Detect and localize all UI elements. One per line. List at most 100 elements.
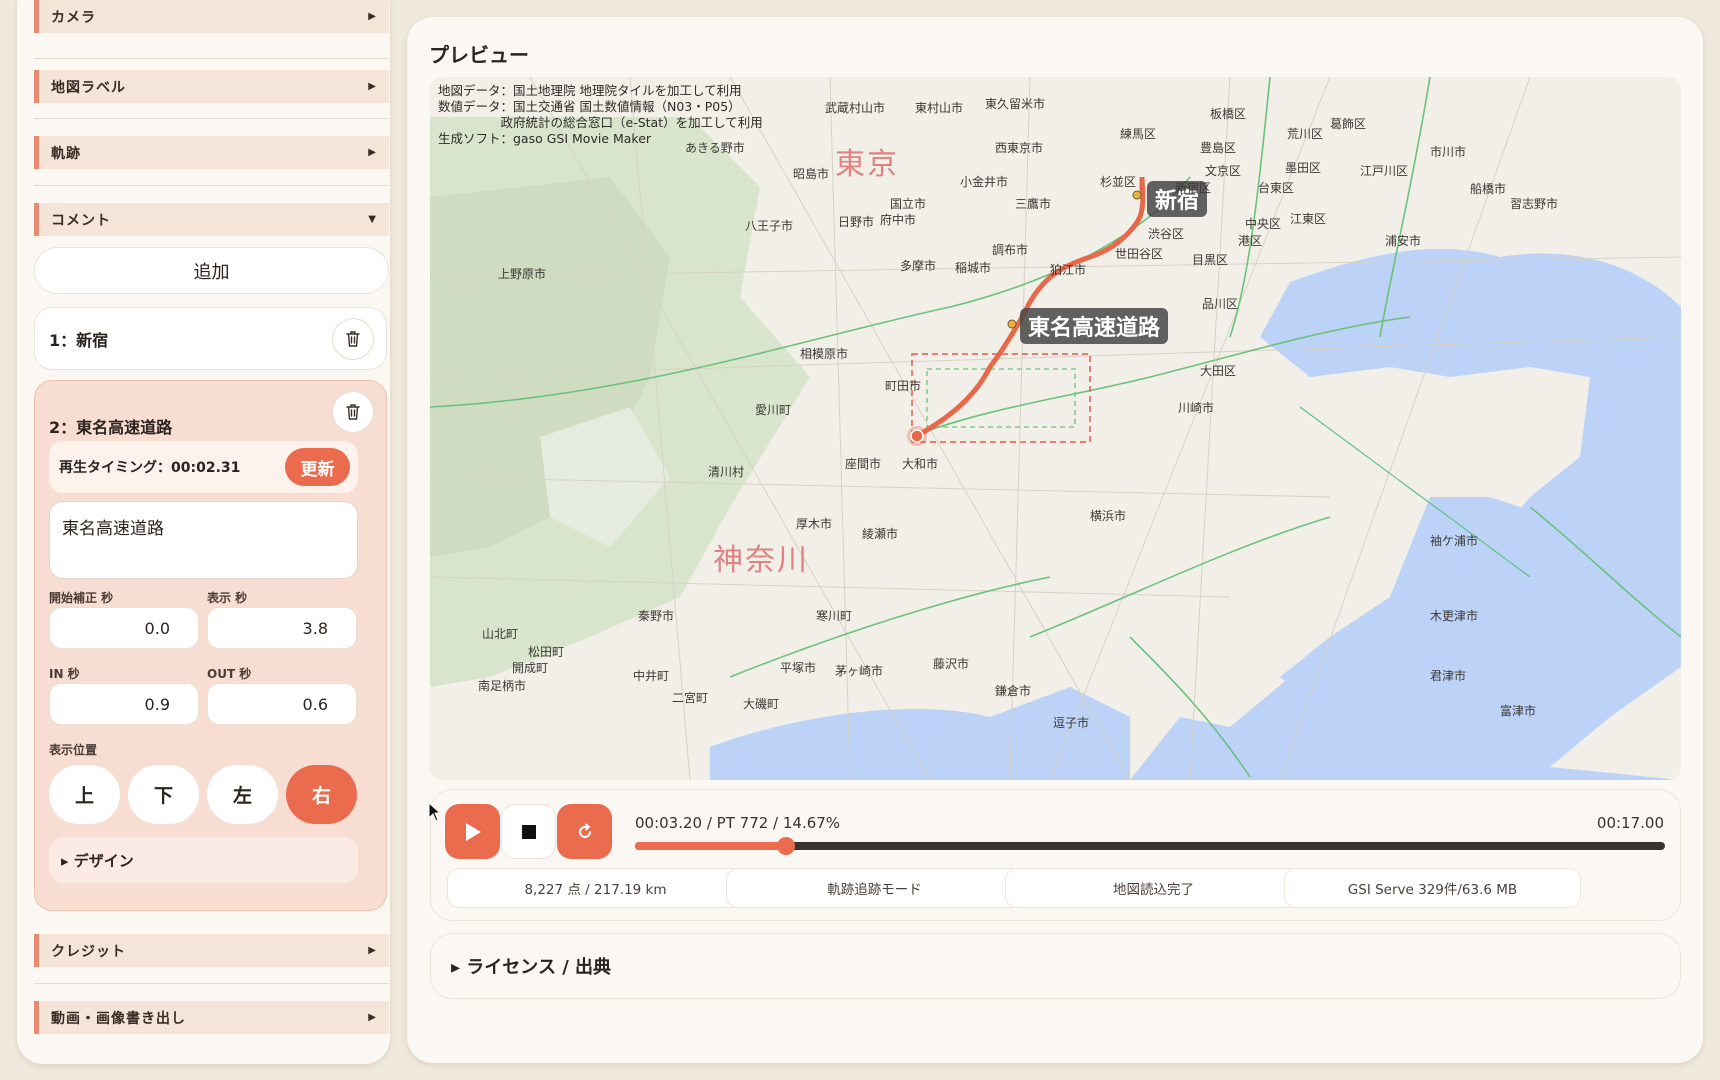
place-label: 三鷹市 [1015,197,1052,211]
place-label: 厚木市 [796,517,833,531]
play-icon [465,822,481,841]
section-credit[interactable]: クレジット ▶ [34,934,389,967]
update-timing-button[interactable]: 更新 [285,448,350,486]
license-toggle[interactable]: ▸ ライセンス / 出典 [430,933,1681,999]
place-label: 大和市 [902,457,939,471]
divider [34,983,389,984]
place-label: 市川市 [1430,145,1467,159]
trash-icon [346,404,360,420]
place-label: 台東区 [1258,181,1295,195]
place-label: 江東区 [1290,212,1327,226]
place-label: 富津市 [1500,704,1537,718]
chevron-right-icon: ▶ [368,1012,377,1023]
place-label: 昭島市 [793,167,830,181]
section-camera[interactable]: カメラ ▶ [34,0,389,33]
comment-item[interactable]: 1：新宿 [34,307,387,370]
trash-icon [346,330,360,347]
design-toggle[interactable]: ▸ デザイン [49,837,358,883]
place-label: 二宮町 [672,691,709,705]
place-label: 小金井市 [960,175,1009,189]
delete-comment-button[interactable] [332,391,374,433]
section-map-labels[interactable]: 地図ラベル ▶ [34,70,389,103]
chevron-right-icon: ▶ [368,945,377,956]
map-preview[interactable]: 地図データ：国土地理院 地理院タイルを加工して利用 数値データ：国土交通省 国土… [430,77,1681,780]
place-label: 練馬区 [1120,127,1157,141]
out-seconds-field[interactable]: 0.6 [207,683,357,725]
section-map-labels-label: 地図ラベル [51,79,126,96]
place-label: 豊島区 [1200,141,1237,155]
start-offset-field[interactable]: 0.0 [49,607,199,649]
stat-map-load: 地図読込完了 [1005,868,1302,908]
map-attribution: 地図データ：国土地理院 地理院タイルを加工して利用 数値データ：国土交通省 国土… [438,83,763,146]
out-seconds-label: OUT 秒 [207,667,252,681]
stop-icon [521,824,536,839]
waypoint-marker [1007,319,1017,329]
camera-frame-outer [911,353,1091,443]
in-seconds-field[interactable]: 0.9 [49,683,199,725]
seek-slider-thumb[interactable] [777,837,796,855]
prefecture-label-kanagawa: 神奈川 [713,543,809,578]
place-label: 品川区 [1202,297,1239,311]
comment-item-label: 2：東名高速道路 [49,418,173,437]
seek-slider[interactable] [635,837,1665,855]
section-export-label: 動画・画像書き出し [51,1010,186,1027]
place-label: 日野市 [838,215,875,229]
mouse-cursor-icon [428,802,442,822]
add-comment-button[interactable]: 追加 [34,247,389,294]
delete-comment-button[interactable] [332,317,374,360]
position-top-button[interactable]: 上 [49,765,120,824]
place-label: 君津市 [1430,669,1467,683]
position-right-button[interactable]: 右 [286,765,357,824]
route-label-waypoint: 東名高速道路 [1020,308,1169,344]
place-label: 新宿区 [1175,181,1212,195]
chevron-right-icon: ▶ [368,11,377,22]
in-seconds-label: IN 秒 [49,667,80,681]
section-export[interactable]: 動画・画像書き出し ▶ [34,1001,389,1034]
place-label: 藤沢市 [933,657,970,671]
place-label: 墨田区 [1285,161,1322,175]
place-label: 杉並区 [1100,175,1137,189]
settings-panel: カメラ ▶ 地図ラベル ▶ 軌跡 ▶ コメント ▼ 追加 1：新宿 2：東名高速… [17,0,390,1064]
place-label: 大田区 [1200,364,1237,378]
place-label: 横浜市 [1090,509,1127,523]
place-label: 板橋区 [1210,107,1247,121]
loop-button[interactable] [557,804,612,859]
current-time-readout: 00:03.20 / PT 772 / 14.67% [635,814,841,832]
position-label: 表示位置 [49,743,98,757]
place-label: 大磯町 [743,697,780,711]
position-bottom-button[interactable]: 下 [128,765,199,824]
place-label: 調布市 [992,243,1029,257]
place-label: 綾瀬市 [862,527,899,541]
place-label: 秦野市 [638,609,675,623]
place-label: 東久留米市 [985,97,1046,111]
display-seconds-field[interactable]: 3.8 [207,607,357,649]
place-label: あきる野市 [685,141,745,155]
place-label: 武蔵村山市 [825,101,886,115]
seek-slider-fill [635,842,787,850]
section-comment[interactable]: コメント ▼ [34,203,389,236]
timing-row: 再生タイミング：00:02.31 更新 [49,441,358,493]
comment-text-field[interactable]: 東名高速道路 [49,501,358,579]
comment-editor: 2：東名高速道路 再生タイミング：00:02.31 更新 東名高速道路 開始補正… [34,380,387,911]
prefecture-label-tokyo: 東京 [835,147,899,182]
place-label: 川崎市 [1178,401,1215,415]
place-label: 船橋市 [1470,182,1507,196]
section-credit-label: クレジット [51,943,126,960]
total-time-readout: 00:17.00 [1596,814,1664,832]
stat-gsi-serve: GSI Serve 329件/63.6 MB [1284,868,1581,908]
section-comment-label: コメント [51,212,111,229]
place-label: 松田町 [528,645,565,659]
loop-icon [578,823,591,838]
chevron-down-icon: ▼ [368,214,377,225]
section-track[interactable]: 軌跡 ▶ [34,136,389,169]
place-label: 国立市 [890,197,927,211]
place-label: 袖ケ浦市 [1430,534,1479,548]
play-button[interactable] [445,804,500,859]
timing-label: 再生タイミング：00:02.31 [59,460,241,476]
position-left-button[interactable]: 左 [207,765,278,824]
stop-button[interactable] [501,804,556,859]
place-label: 渋谷区 [1148,227,1185,241]
comment-item-label: 1：新宿 [49,330,109,350]
place-label: 習志野市 [1510,197,1559,211]
place-label: 中央区 [1245,217,1282,231]
